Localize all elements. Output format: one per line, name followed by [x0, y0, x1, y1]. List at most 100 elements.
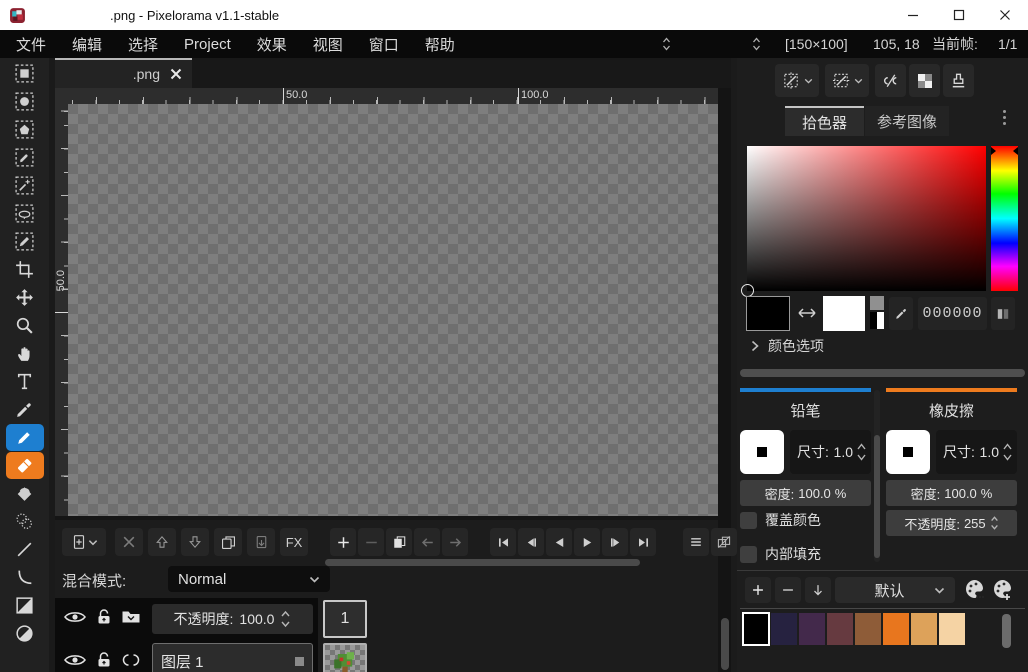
layer-visibility-toggle[interactable]: [63, 652, 87, 671]
tool-ellipse[interactable]: [6, 620, 44, 647]
cel-thumbnail[interactable]: [323, 643, 367, 672]
delete-layer-button[interactable]: [115, 528, 143, 556]
tool-color-picker[interactable]: [6, 396, 44, 423]
fill-inside-checkbox[interactable]: [740, 546, 757, 563]
maximize-button[interactable]: [936, 0, 982, 30]
sort-palette-button[interactable]: [805, 577, 831, 603]
tool-pencil[interactable]: [6, 424, 44, 451]
mirror-horizontal-button[interactable]: [775, 64, 819, 97]
layer-visibility-toggle[interactable]: [63, 609, 87, 628]
onion-skinning-button[interactable]: [711, 528, 737, 556]
close-button[interactable]: [982, 0, 1028, 30]
tool-curve[interactable]: [6, 564, 44, 591]
next-frame-button[interactable]: [602, 528, 628, 556]
secondary-color-swatch[interactable]: [823, 296, 865, 331]
pencil-brush-button[interactable]: [740, 430, 784, 474]
frames-horizontal-scrollbar[interactable]: [325, 559, 640, 566]
layer-fx-button[interactable]: FX: [280, 528, 308, 556]
layer-group-button[interactable]: [121, 609, 141, 628]
panel-menu-button[interactable]: [1003, 110, 1006, 125]
first-frame-button[interactable]: [490, 528, 516, 556]
move-layer-down-button[interactable]: [181, 528, 209, 556]
palette-color-2[interactable]: [799, 613, 825, 645]
move-frame-left-button[interactable]: [414, 528, 440, 556]
layer-link-cels-toggle[interactable]: [121, 652, 141, 671]
hex-color-input[interactable]: 000000: [918, 297, 987, 330]
tool-shading[interactable]: [6, 508, 44, 535]
palette-color-4[interactable]: [855, 613, 881, 645]
default-colors-bottom[interactable]: [870, 312, 884, 329]
tool-bucket[interactable]: [6, 480, 44, 507]
overwrite-color-checkbox[interactable]: [740, 512, 757, 529]
tool-magic-wand[interactable]: [6, 172, 44, 199]
new-palette-button[interactable]: [989, 575, 1017, 603]
mirror-vertical-button[interactable]: [825, 64, 869, 97]
palette-color-1[interactable]: [771, 613, 797, 645]
move-layer-up-button[interactable]: [148, 528, 176, 556]
stamp-button[interactable]: [943, 64, 974, 97]
menu-view[interactable]: 视图: [300, 34, 356, 55]
tool-pan[interactable]: [6, 340, 44, 367]
blend-mode-dropdown[interactable]: Normal: [168, 566, 330, 592]
move-frame-right-button[interactable]: [442, 528, 468, 556]
tool-ellipse-select[interactable]: [6, 88, 44, 115]
menu-project[interactable]: Project: [171, 36, 244, 53]
tool-eraser[interactable]: [6, 452, 44, 479]
picker-horizontal-scrollbar[interactable]: [740, 369, 1025, 377]
tool-line[interactable]: [6, 536, 44, 563]
layer-lock-toggle[interactable]: [95, 651, 113, 672]
layer-name-button[interactable]: 图层 1: [152, 643, 313, 672]
canvas[interactable]: [68, 104, 718, 516]
eraser-density-slider[interactable]: 密度: 100.0 %: [886, 480, 1017, 506]
play-button[interactable]: [574, 528, 600, 556]
palette-select-dropdown[interactable]: 默认: [835, 577, 955, 603]
color-options-expander[interactable]: 颜色选项: [751, 336, 824, 356]
merge-layer-button[interactable]: [247, 528, 275, 556]
remove-frame-button[interactable]: [358, 528, 384, 556]
previous-frame-button[interactable]: [518, 528, 544, 556]
menu-select[interactable]: 选择: [115, 34, 171, 55]
tool-crop[interactable]: [6, 256, 44, 283]
primary-color-swatch[interactable]: [746, 296, 790, 331]
remove-palette-color-button[interactable]: [775, 577, 801, 603]
vertical-ruler[interactable]: 50.0: [55, 104, 68, 516]
eraser-opacity-spinbox[interactable]: 不透明度: 255: [886, 510, 1017, 536]
pencil-size-spinbox[interactable]: 尺寸: 1.0: [790, 430, 871, 474]
eraser-brush-button[interactable]: [886, 430, 930, 474]
eraser-size-spinbox[interactable]: 尺寸: 1.0: [936, 430, 1017, 474]
pen-dynamics-button[interactable]: [875, 64, 906, 97]
tool-rectangle-select[interactable]: [6, 60, 44, 87]
copy-frame-button[interactable]: [386, 528, 412, 556]
last-frame-button[interactable]: [630, 528, 656, 556]
sv-gradient-box[interactable]: [747, 146, 986, 291]
menu-effects[interactable]: 效果: [244, 34, 300, 55]
swap-colors-icon[interactable]: [796, 305, 818, 321]
palette-scrollbar-thumb[interactable]: [1002, 614, 1011, 648]
tool-options-scrollbar-thumb[interactable]: [874, 435, 880, 558]
tool-polygon-select[interactable]: [6, 116, 44, 143]
hue-slider[interactable]: [991, 146, 1018, 291]
palette-color-7[interactable]: [939, 613, 965, 645]
default-colors-top[interactable]: [870, 296, 884, 310]
horizontal-ruler[interactable]: 50.0 100.0: [68, 88, 718, 104]
tab-color-picker[interactable]: 拾色器: [785, 106, 864, 136]
add-frame-button[interactable]: [330, 528, 356, 556]
add-layer-button[interactable]: [62, 528, 106, 556]
pencil-density-slider[interactable]: 密度: 100.0 %: [740, 480, 871, 506]
tool-zoom[interactable]: [6, 312, 44, 339]
tab-close-icon[interactable]: [170, 68, 182, 80]
tool-move[interactable]: [6, 284, 44, 311]
edit-palette-button[interactable]: [961, 575, 989, 603]
tool-options-scrollbar[interactable]: [874, 390, 880, 562]
menu-window[interactable]: 窗口: [356, 34, 412, 55]
layer-lock-toggle[interactable]: [95, 608, 113, 629]
tool-color-select[interactable]: [6, 144, 44, 171]
palette-color-5[interactable]: [883, 613, 909, 645]
palette-color-3[interactable]: [827, 613, 853, 645]
tool-lasso-select[interactable]: [6, 200, 44, 227]
minimize-button[interactable]: [890, 0, 936, 30]
rotation-spinner-icon[interactable]: [662, 36, 671, 52]
color-mode-button[interactable]: [991, 297, 1015, 330]
tool-paint-select[interactable]: [6, 228, 44, 255]
layer-opacity-spinbox[interactable]: 不透明度: 100.0: [152, 604, 313, 634]
